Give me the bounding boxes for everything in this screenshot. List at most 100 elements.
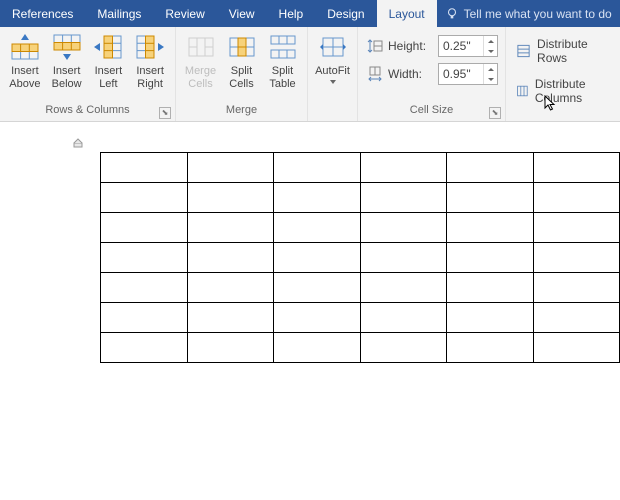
rows-columns-launcher[interactable]: ⬊ bbox=[159, 107, 171, 119]
tab-view[interactable]: View bbox=[217, 0, 267, 27]
table-cell[interactable] bbox=[274, 183, 361, 213]
group-label-cell-size: Cell Size ⬊ bbox=[362, 103, 501, 121]
distribute-rows-icon bbox=[516, 43, 531, 59]
cell-size-launcher[interactable]: ⬊ bbox=[489, 107, 501, 119]
table-cell[interactable] bbox=[360, 303, 447, 333]
table-cell[interactable] bbox=[447, 153, 534, 183]
insert-above-icon bbox=[9, 32, 41, 62]
tab-help[interactable]: Help bbox=[267, 0, 316, 27]
width-spin-up[interactable] bbox=[484, 64, 497, 74]
tell-me-placeholder: Tell me what you want to do bbox=[464, 7, 612, 21]
lightbulb-icon bbox=[445, 7, 459, 21]
distribute-cols-icon bbox=[516, 83, 529, 99]
table-row[interactable] bbox=[101, 243, 620, 273]
table-cell[interactable] bbox=[274, 153, 361, 183]
group-label-merge: Merge bbox=[180, 103, 303, 121]
table-cell[interactable] bbox=[533, 303, 620, 333]
table-row[interactable] bbox=[101, 303, 620, 333]
table-cell[interactable] bbox=[447, 303, 534, 333]
insert-above-button[interactable]: InsertAbove bbox=[4, 29, 46, 91]
width-label: Width: bbox=[388, 67, 434, 81]
group-label-rows-columns: Rows & Columns ⬊ bbox=[4, 103, 171, 121]
tab-references[interactable]: References bbox=[0, 0, 85, 27]
group-autofit: AutoFit bbox=[308, 27, 358, 121]
table-cell[interactable] bbox=[447, 273, 534, 303]
table-cell[interactable] bbox=[187, 273, 274, 303]
table-cell[interactable] bbox=[187, 183, 274, 213]
height-spin-up[interactable] bbox=[484, 36, 497, 46]
table-cell[interactable] bbox=[360, 153, 447, 183]
table-cell[interactable] bbox=[360, 333, 447, 363]
tab-review[interactable]: Review bbox=[153, 0, 216, 27]
table-cell[interactable] bbox=[274, 243, 361, 273]
tab-mailings[interactable]: Mailings bbox=[85, 0, 153, 27]
group-rows-columns: InsertAbove InsertBelow bbox=[0, 27, 176, 121]
group-merge: MergeCells SplitCells bbox=[176, 27, 308, 121]
insert-right-icon bbox=[134, 32, 166, 62]
width-input-wrap[interactable] bbox=[438, 63, 498, 85]
distribute-columns-button[interactable]: Distribute Columns bbox=[516, 77, 616, 105]
tell-me-search[interactable]: Tell me what you want to do bbox=[437, 0, 620, 27]
table-cell[interactable] bbox=[187, 243, 274, 273]
height-input[interactable] bbox=[439, 39, 483, 53]
table-cell[interactable] bbox=[101, 213, 188, 243]
autofit-button[interactable]: AutoFit bbox=[312, 29, 353, 84]
table-cell[interactable] bbox=[187, 303, 274, 333]
table-cell[interactable] bbox=[533, 333, 620, 363]
split-table-icon bbox=[267, 32, 299, 62]
insert-below-icon bbox=[51, 32, 83, 62]
table-cell[interactable] bbox=[101, 183, 188, 213]
row-height-icon bbox=[366, 37, 384, 55]
table-cell[interactable] bbox=[533, 243, 620, 273]
table-cell[interactable] bbox=[101, 273, 188, 303]
group-cell-size: Height: Width: bbox=[358, 27, 506, 121]
table-cell[interactable] bbox=[533, 273, 620, 303]
table-row[interactable] bbox=[101, 273, 620, 303]
group-distribute: Distribute Rows Distribute Columns bbox=[506, 27, 620, 121]
table-cell[interactable] bbox=[533, 183, 620, 213]
table-cell[interactable] bbox=[360, 183, 447, 213]
table-cell[interactable] bbox=[101, 303, 188, 333]
width-input[interactable] bbox=[439, 67, 483, 81]
merge-cells-button: MergeCells bbox=[180, 29, 221, 91]
table-cell[interactable] bbox=[187, 333, 274, 363]
document-area[interactable] bbox=[0, 122, 620, 500]
autofit-icon bbox=[317, 32, 349, 62]
table-row[interactable] bbox=[101, 333, 620, 363]
table-cell[interactable] bbox=[447, 243, 534, 273]
table-cell[interactable] bbox=[187, 213, 274, 243]
table-row[interactable] bbox=[101, 153, 620, 183]
tab-layout[interactable]: Layout bbox=[377, 0, 437, 27]
width-spin-down[interactable] bbox=[484, 74, 497, 84]
table-row[interactable] bbox=[101, 183, 620, 213]
height-input-wrap[interactable] bbox=[438, 35, 498, 57]
table-cell[interactable] bbox=[447, 183, 534, 213]
table-cell[interactable] bbox=[274, 303, 361, 333]
distribute-rows-button[interactable]: Distribute Rows bbox=[516, 37, 616, 65]
table-cell[interactable] bbox=[360, 243, 447, 273]
table-cell[interactable] bbox=[360, 213, 447, 243]
col-width-icon bbox=[366, 65, 384, 83]
table-cell[interactable] bbox=[447, 213, 534, 243]
table-cell[interactable] bbox=[101, 153, 188, 183]
height-spin-down[interactable] bbox=[484, 46, 497, 56]
ruler-indent-icon bbox=[73, 138, 83, 148]
table-cell[interactable] bbox=[101, 243, 188, 273]
split-table-button[interactable]: SplitTable bbox=[262, 29, 303, 91]
split-cells-button[interactable]: SplitCells bbox=[221, 29, 262, 91]
table-cell[interactable] bbox=[533, 213, 620, 243]
table-cell[interactable] bbox=[101, 333, 188, 363]
tab-design[interactable]: Design bbox=[315, 0, 376, 27]
table-cell[interactable] bbox=[447, 333, 534, 363]
insert-right-button[interactable]: InsertRight bbox=[129, 29, 171, 91]
table-cell[interactable] bbox=[274, 333, 361, 363]
table-cell[interactable] bbox=[274, 213, 361, 243]
table-row[interactable] bbox=[101, 213, 620, 243]
table-cell[interactable] bbox=[533, 153, 620, 183]
document-table[interactable] bbox=[100, 152, 620, 363]
table-cell[interactable] bbox=[187, 153, 274, 183]
insert-left-button[interactable]: InsertLeft bbox=[88, 29, 130, 91]
insert-below-button[interactable]: InsertBelow bbox=[46, 29, 88, 91]
table-cell[interactable] bbox=[274, 273, 361, 303]
table-cell[interactable] bbox=[360, 273, 447, 303]
